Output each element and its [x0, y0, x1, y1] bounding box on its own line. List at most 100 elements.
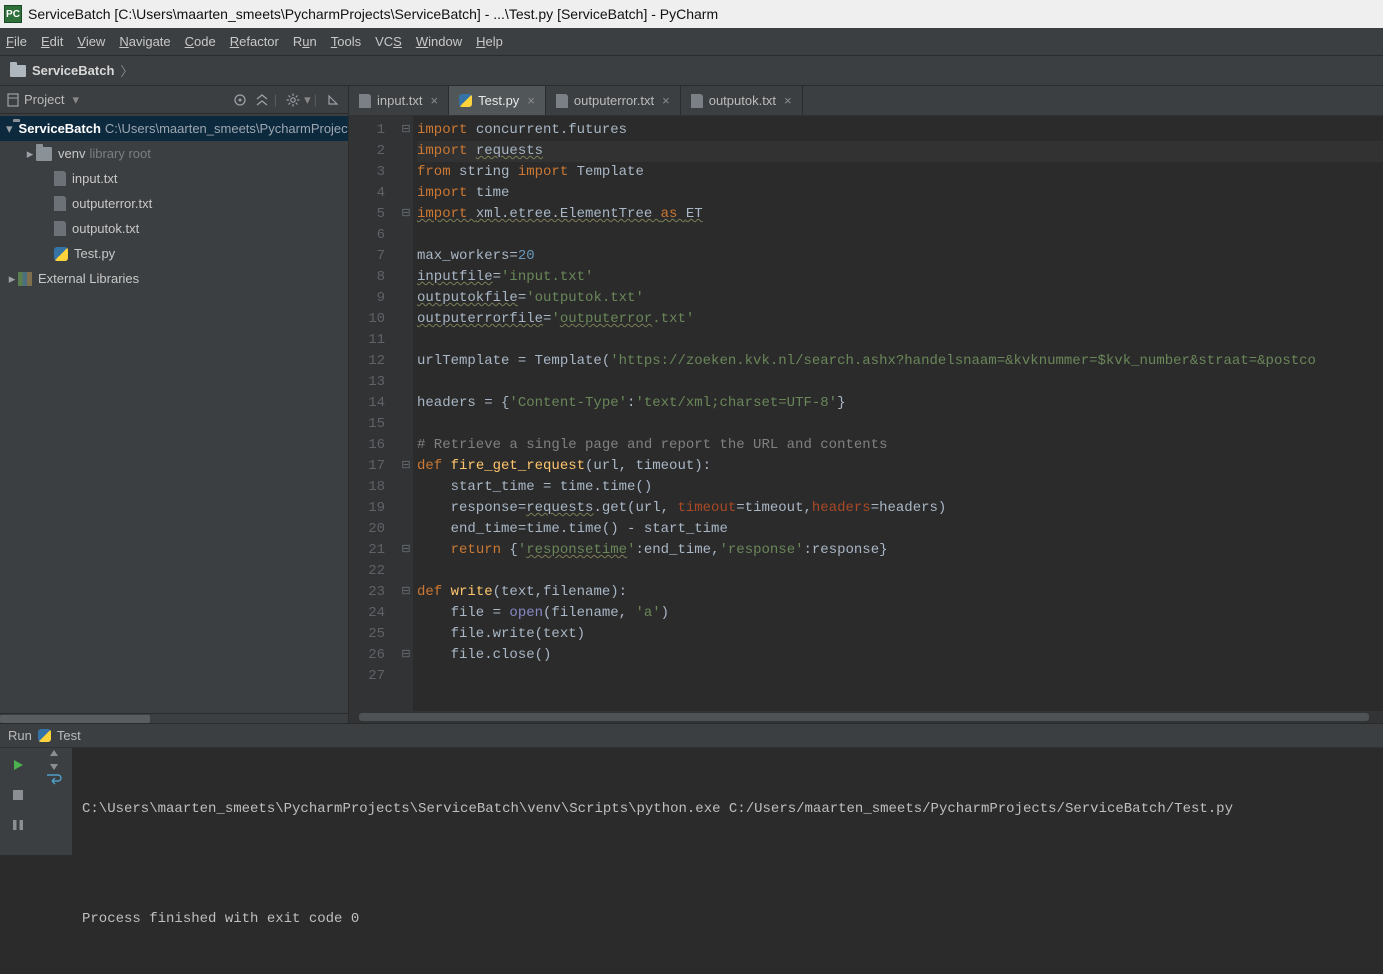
tab-label: Test.py: [478, 93, 519, 108]
navigation-bar: ServiceBatch 〉: [0, 56, 1383, 86]
menu-file[interactable]: File: [6, 34, 27, 49]
separator: |: [314, 92, 317, 107]
tab-test-py[interactable]: Test.py ×: [449, 86, 546, 115]
run-tool-label[interactable]: Run: [8, 728, 32, 743]
python-file-icon: [459, 94, 472, 107]
text-file-icon: [359, 94, 371, 108]
menu-window[interactable]: Window: [416, 34, 462, 49]
tree-project-root[interactable]: ServiceBatch C:\Users\maarten_smeets\Pyc…: [0, 116, 348, 141]
tab-outputerror-txt[interactable]: outputerror.txt ×: [546, 86, 681, 115]
project-tool-window: Project ▾ | ▾ | ServiceBatch C:\Users\ma…: [0, 86, 349, 723]
gear-icon[interactable]: [284, 91, 302, 109]
tree-file-label: outputok.txt: [72, 221, 139, 236]
pause-button[interactable]: [4, 812, 32, 838]
menu-code[interactable]: Code: [185, 34, 216, 49]
tree-file-label: Test.py: [74, 246, 115, 261]
project-root-path: C:\Users\maarten_smeets\PycharmProjects\…: [105, 121, 348, 136]
locate-icon[interactable]: [231, 91, 249, 109]
text-file-icon: [54, 196, 66, 211]
tree-file[interactable]: outputerror.txt: [0, 191, 348, 216]
chevron-down-icon[interactable]: ▾: [72, 92, 79, 108]
close-icon[interactable]: ×: [527, 93, 535, 108]
expand-arrow-icon[interactable]: [24, 146, 36, 162]
folder-icon: [10, 65, 26, 77]
tree-node-suffix: library root: [89, 146, 150, 161]
console-line: Process finished with exit code 0: [82, 908, 1373, 930]
separator: |: [274, 92, 277, 107]
breadcrumb-root[interactable]: ServiceBatch: [32, 63, 114, 78]
project-root-name: ServiceBatch: [19, 121, 101, 136]
line-number-gutter[interactable]: 1234567891011121314151617181920212223242…: [349, 116, 399, 711]
text-file-icon: [54, 171, 66, 186]
python-file-icon: [54, 247, 68, 261]
menu-run[interactable]: Run: [293, 34, 317, 49]
menu-tools[interactable]: Tools: [331, 34, 361, 49]
tree-file[interactable]: input.txt: [0, 166, 348, 191]
horizontal-scrollbar[interactable]: [0, 713, 348, 723]
toggle-soft-wrap-button[interactable]: [46, 772, 62, 786]
menu-navigate[interactable]: Navigate: [119, 34, 170, 49]
title-bar: PC ServiceBatch [C:\Users\maarten_smeets…: [0, 0, 1383, 28]
editor-area: input.txt × Test.py × outputerror.txt × …: [349, 86, 1383, 723]
main-split: Project ▾ | ▾ | ServiceBatch C:\Users\ma…: [0, 86, 1383, 723]
window-title: ServiceBatch [C:\Users\maarten_smeets\Py…: [28, 6, 718, 22]
text-file-icon: [556, 94, 568, 108]
python-file-icon: [38, 729, 51, 742]
tab-outputok-txt[interactable]: outputok.txt ×: [681, 86, 803, 115]
code-content[interactable]: import concurrent.futuresimport requests…: [413, 116, 1383, 711]
menu-edit[interactable]: Edit: [41, 34, 63, 49]
run-toolbar-nav: [36, 748, 72, 855]
run-toolbar-left: [0, 748, 36, 855]
project-tool-header: Project ▾ | ▾ |: [0, 86, 348, 114]
tab-label: input.txt: [377, 93, 423, 108]
chevron-right-icon: 〉: [120, 61, 133, 80]
tree-node-label: External Libraries: [38, 271, 139, 286]
tree-file-label: outputerror.txt: [72, 196, 152, 211]
tree-node-label: venv: [58, 146, 85, 161]
rerun-button[interactable]: [4, 752, 32, 778]
text-file-icon: [54, 221, 66, 236]
tab-label: outputerror.txt: [574, 93, 654, 108]
expand-arrow-icon[interactable]: [6, 271, 18, 287]
menu-vcs[interactable]: VCS: [375, 34, 402, 49]
tree-file[interactable]: Test.py: [0, 241, 348, 266]
tree-external-libs[interactable]: External Libraries: [0, 266, 348, 291]
collapse-all-icon[interactable]: [253, 91, 271, 109]
menu-help[interactable]: Help: [476, 34, 503, 49]
close-icon[interactable]: ×: [662, 93, 670, 108]
tree-file[interactable]: outputok.txt: [0, 216, 348, 241]
project-view-icon: [6, 93, 20, 107]
menu-view[interactable]: View: [77, 34, 105, 49]
down-stack-button[interactable]: [48, 760, 60, 772]
run-tool-window: C:\Users\maarten_smeets\PycharmProjects\…: [0, 747, 1383, 855]
menu-refactor[interactable]: Refactor: [230, 34, 279, 49]
fold-gutter[interactable]: ⊟⊟⊟⊟⊟⊟: [399, 116, 413, 711]
up-stack-button[interactable]: [48, 748, 60, 760]
tab-label: outputok.txt: [709, 93, 776, 108]
console-line: C:\Users\maarten_smeets\PycharmProjects\…: [82, 798, 1373, 820]
run-console[interactable]: C:\Users\maarten_smeets\PycharmProjects\…: [72, 748, 1383, 855]
expand-arrow-icon[interactable]: [6, 121, 13, 137]
tree-node-venv[interactable]: venv library root: [0, 141, 348, 166]
horizontal-scrollbar[interactable]: [349, 711, 1383, 723]
stop-button[interactable]: [4, 782, 32, 808]
run-config-name[interactable]: Test: [57, 728, 81, 743]
tree-file-label: input.txt: [72, 171, 118, 186]
close-icon[interactable]: ×: [784, 93, 792, 108]
project-tool-title[interactable]: Project: [24, 92, 64, 107]
close-icon[interactable]: ×: [431, 93, 439, 108]
run-tool-tab-bar: Run Test: [0, 723, 1383, 747]
hide-icon[interactable]: [324, 91, 342, 109]
text-file-icon: [691, 94, 703, 108]
scrollbar-thumb[interactable]: [0, 715, 150, 723]
libraries-icon: [18, 272, 32, 286]
tab-input-txt[interactable]: input.txt ×: [349, 86, 449, 115]
folder-icon: [36, 147, 52, 161]
editor-tabs: input.txt × Test.py × outputerror.txt × …: [349, 86, 1383, 116]
app-icon: PC: [4, 5, 22, 23]
menu-bar: File Edit View Navigate Code Refactor Ru…: [0, 28, 1383, 56]
chevron-down-icon[interactable]: ▾: [304, 92, 311, 108]
scrollbar-thumb[interactable]: [359, 713, 1369, 721]
project-tree[interactable]: ServiceBatch C:\Users\maarten_smeets\Pyc…: [0, 114, 348, 713]
code-editor[interactable]: 1234567891011121314151617181920212223242…: [349, 116, 1383, 711]
